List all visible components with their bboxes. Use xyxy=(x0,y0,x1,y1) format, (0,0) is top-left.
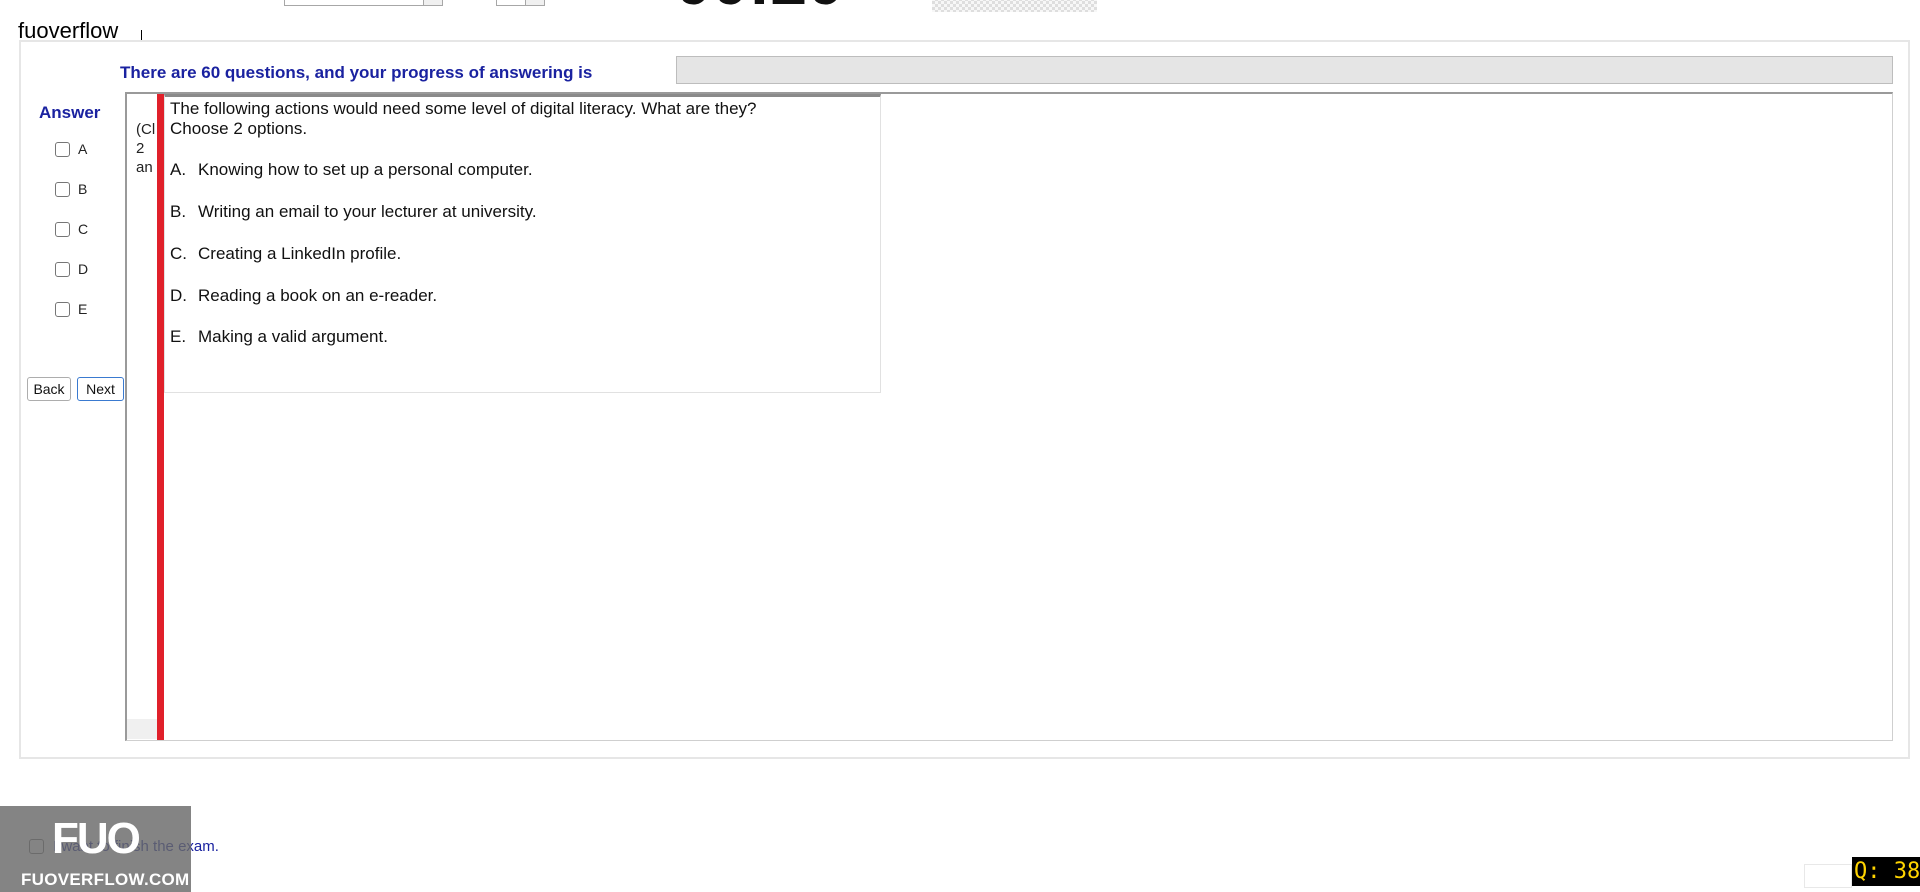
choice-text: Knowing how to set up a personal compute… xyxy=(198,160,533,179)
choice-letter: D. xyxy=(170,286,187,305)
exam-code-dropdown[interactable] xyxy=(284,0,443,6)
answer-option-d[interactable]: D xyxy=(55,260,88,278)
choice-letter: B. xyxy=(170,202,187,221)
splitter-divider[interactable] xyxy=(157,94,164,740)
question-side-column xyxy=(127,94,157,739)
choice-a: A. Knowing how to set up a personal compu… xyxy=(170,160,533,180)
progress-bar xyxy=(676,56,1893,84)
choice-text: Writing an email to your lecturer at uni… xyxy=(198,202,537,221)
choice-letter: A. xyxy=(170,160,187,179)
choice-b: B. Writing an email to your lecturer at u… xyxy=(170,202,537,222)
watermark-logo: FUO FUOVERFLOW.COM xyxy=(0,806,191,892)
choice-text: Reading a book on an e-reader. xyxy=(198,286,438,305)
checkbox-d[interactable] xyxy=(55,261,70,277)
answer-option-a[interactable]: A xyxy=(55,140,87,158)
checkbox-b[interactable] xyxy=(55,181,70,197)
choice-letter: E. xyxy=(170,327,187,346)
answer-option-label: E xyxy=(78,301,88,317)
question-number-badge: Q: 38 xyxy=(1852,857,1920,886)
answer-option-c[interactable]: C xyxy=(55,220,88,238)
answer-option-e[interactable]: E xyxy=(55,300,87,318)
logo-text: FUOVERFLOW.COM xyxy=(21,870,190,889)
side-column-text: (Cl 2 an xyxy=(136,121,156,176)
progress-text: There are 60 questions, and your progres… xyxy=(120,63,593,82)
answer-option-b[interactable]: B xyxy=(55,180,87,198)
answer-option-label: D xyxy=(78,261,89,277)
answer-option-label: A xyxy=(78,141,88,157)
checkbox-e[interactable] xyxy=(55,301,70,317)
checkbox-c[interactable] xyxy=(55,221,70,237)
choice-text: Creating a LinkedIn profile. xyxy=(198,244,402,263)
answer-option-label: B xyxy=(78,181,88,197)
choice-text: Making a valid argument. xyxy=(198,327,388,346)
answer-title: Answer xyxy=(39,103,101,122)
choice-letter: C. xyxy=(170,244,187,263)
corner-box xyxy=(1804,864,1852,888)
side-column-scrollbar[interactable] xyxy=(127,719,157,739)
question-stem-line2: Choose 2 options. xyxy=(170,119,308,138)
timer-progress-pattern xyxy=(932,0,1097,12)
countdown-timer: 00:20 xyxy=(675,0,844,14)
back-button[interactable]: Back xyxy=(27,377,71,401)
checkbox-a[interactable] xyxy=(55,141,70,157)
answer-option-label: C xyxy=(78,221,89,237)
font-size-dropdown[interactable] xyxy=(496,0,545,6)
question-stem-line1: The following actions would need some le… xyxy=(170,99,757,118)
choice-d: D. Reading a book on an e-reader. xyxy=(170,286,437,306)
logo-mark: FUO xyxy=(52,814,141,863)
next-button[interactable]: Next xyxy=(77,377,124,401)
choice-e: E. Making a valid argument. xyxy=(170,327,388,347)
choice-c: C. Creating a LinkedIn profile. xyxy=(170,244,401,264)
top-clipped-header: 00:20 xyxy=(0,0,1920,14)
question-stem: The following actions would need some le… xyxy=(170,99,870,139)
